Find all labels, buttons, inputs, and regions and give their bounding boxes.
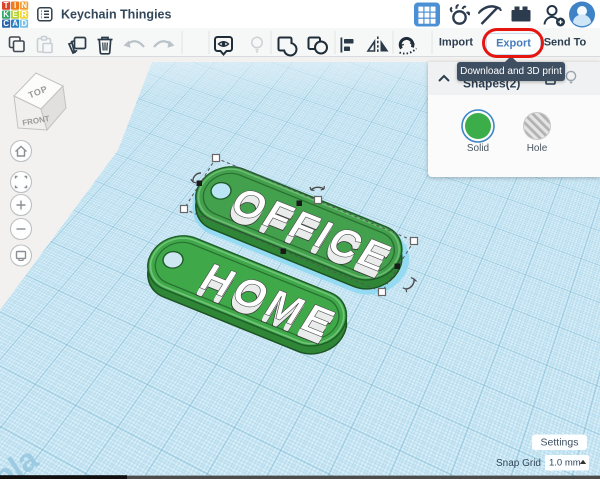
svg-text:K: K xyxy=(3,10,9,19)
svg-text:Hole: Hole xyxy=(527,143,548,154)
svg-text:N: N xyxy=(21,1,27,10)
svg-text:Keychain Thingies: Keychain Thingies xyxy=(61,8,171,22)
svg-text:I: I xyxy=(14,1,16,10)
svg-text:R: R xyxy=(21,10,27,19)
svg-text:A: A xyxy=(12,19,18,28)
svg-text:Snap Grid: Snap Grid xyxy=(496,458,541,469)
svg-text:Solid: Solid xyxy=(467,143,489,154)
svg-text:pla: pla xyxy=(0,440,44,479)
svg-text:Import: Import xyxy=(439,37,474,49)
svg-text:E: E xyxy=(12,10,18,19)
svg-text:1.0 mm: 1.0 mm xyxy=(549,458,581,469)
svg-text:C: C xyxy=(3,19,9,28)
svg-text:Settings: Settings xyxy=(541,437,579,449)
svg-text:D: D xyxy=(21,19,27,28)
svg-text:T: T xyxy=(4,1,9,10)
svg-text:Send To: Send To xyxy=(544,37,587,49)
